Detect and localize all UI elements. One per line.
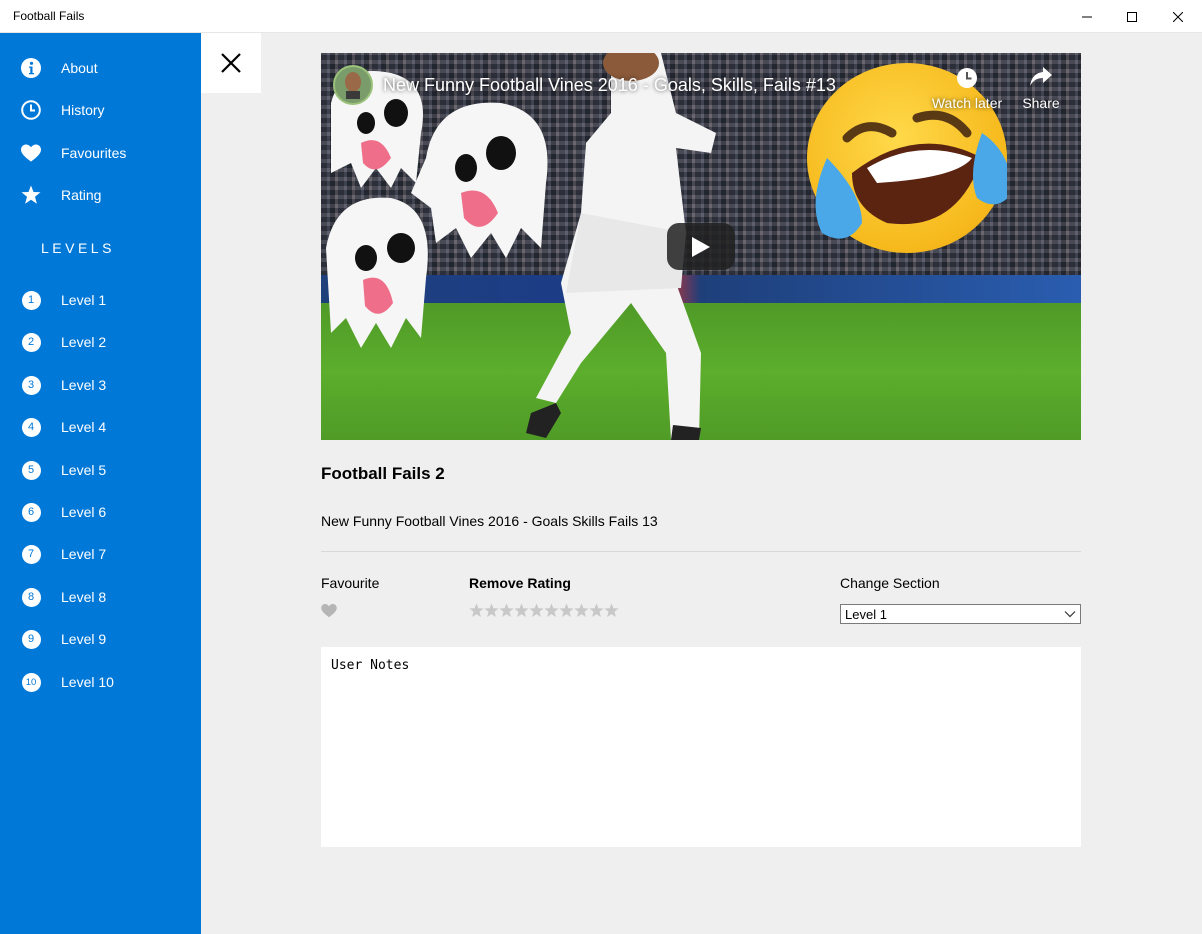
maximize-button[interactable] — [1109, 0, 1155, 33]
share-arrow-icon — [1030, 67, 1052, 86]
heart-icon — [321, 604, 337, 618]
sidebar-item-label: Level 7 — [61, 546, 107, 562]
levels-header: LEVELS — [41, 240, 115, 256]
rating-star-icon[interactable] — [544, 602, 559, 619]
favourite-label: Favourite — [321, 575, 380, 591]
minimize-button[interactable] — [1064, 0, 1110, 33]
sidebar-item-label: About — [61, 60, 98, 76]
maximize-icon — [1127, 11, 1137, 22]
number-5-icon: 5 — [21, 460, 41, 480]
number-7-icon: 7 — [21, 544, 41, 564]
rating-star-icon[interactable] — [469, 602, 484, 619]
sidebar-item-label: Level 2 — [61, 334, 107, 350]
video-description: New Funny Football Vines 2016 - Goals Sk… — [321, 513, 658, 529]
sidebar-item-level-3[interactable]: 3 Level 3 — [0, 365, 201, 405]
rating-star-icon[interactable] — [589, 602, 604, 619]
title-bar: Football Fails — [0, 0, 1202, 33]
close-detail-button[interactable] — [201, 33, 261, 93]
watch-later-label: Watch later — [931, 95, 1003, 111]
user-notes-textarea[interactable]: User Notes — [321, 647, 1081, 847]
sidebar-item-label: Level 5 — [61, 462, 107, 478]
watch-later-button[interactable]: Watch later — [927, 67, 1007, 111]
sidebar-item-level-1[interactable]: 1 Level 1 — [0, 280, 201, 320]
sidebar-item-level-5[interactable]: 5 Level 5 — [0, 450, 201, 490]
info-icon — [21, 58, 41, 78]
sidebar-item-label: Rating — [61, 187, 102, 203]
youtube-video-title[interactable]: New Funny Football Vines 2016 - Goals, S… — [383, 75, 836, 96]
channel-avatar[interactable] — [333, 65, 373, 105]
sidebar-item-label: Level 8 — [61, 589, 107, 605]
play-icon — [692, 236, 710, 257]
remove-rating-button[interactable]: Remove Rating — [469, 575, 571, 591]
number-10-icon: 10 — [21, 672, 41, 692]
sidebar-item-level-7[interactable]: 7 Level 7 — [0, 534, 201, 574]
sidebar-item-label: Favourites — [61, 145, 127, 161]
rating-star-icon[interactable] — [484, 602, 499, 619]
close-icon — [1173, 11, 1183, 22]
video-player[interactable]: New Funny Football Vines 2016 - Goals, S… — [321, 53, 1081, 440]
rating-star-icon[interactable] — [559, 602, 574, 619]
sidebar-item-favourites[interactable]: Favourites — [0, 133, 201, 173]
sidebar-item-label: Level 4 — [61, 419, 107, 435]
sidebar-item-level-6[interactable]: 6 Level 6 — [0, 492, 201, 532]
rating-star-icon[interactable] — [529, 602, 544, 619]
sidebar-item-level-4[interactable]: 4 Level 4 — [0, 407, 201, 447]
close-icon — [221, 53, 241, 73]
sidebar-item-rating[interactable]: Rating — [0, 175, 201, 215]
minimize-icon — [1082, 16, 1092, 17]
number-2-icon: 2 — [21, 332, 41, 352]
number-1-icon: 1 — [21, 290, 41, 310]
sidebar-item-label: Level 3 — [61, 377, 107, 393]
sidebar-item-level-8[interactable]: 8 Level 8 — [0, 577, 201, 617]
video-title: Football Fails 2 — [321, 464, 445, 483]
share-button[interactable]: Share — [1017, 67, 1065, 111]
rating-star-icon[interactable] — [499, 602, 514, 619]
window-close-button[interactable] — [1155, 0, 1201, 33]
share-label: Share — [1022, 95, 1060, 111]
change-section-select[interactable]: Level 1 — [840, 604, 1081, 624]
chevron-down-icon — [1064, 607, 1076, 624]
heart-icon — [21, 143, 41, 163]
number-8-icon: 8 — [21, 587, 41, 607]
sidebar-item-label: Level 10 — [61, 674, 114, 690]
sidebar: About History Favourites Rating LEVELS 1… — [0, 33, 201, 934]
clock-icon — [957, 68, 977, 88]
section-select-value: Level 1 — [845, 606, 887, 622]
rating-stars[interactable] — [469, 602, 619, 619]
window-title: Football Fails — [13, 9, 85, 23]
avatar-icon — [345, 72, 361, 99]
change-section-label: Change Section — [840, 575, 940, 591]
play-button[interactable] — [667, 223, 735, 270]
sidebar-item-level-2[interactable]: 2 Level 2 — [0, 322, 201, 362]
number-3-icon: 3 — [21, 375, 41, 395]
number-4-icon: 4 — [21, 417, 41, 437]
rating-star-icon[interactable] — [514, 602, 529, 619]
clock-icon — [21, 100, 41, 120]
divider — [321, 551, 1081, 552]
sidebar-item-label: Level 1 — [61, 292, 107, 308]
sidebar-item-label: Level 9 — [61, 631, 107, 647]
sidebar-item-label: History — [61, 102, 105, 118]
number-6-icon: 6 — [21, 502, 41, 522]
sidebar-item-level-10[interactable]: 10 Level 10 — [0, 662, 201, 702]
sidebar-item-about[interactable]: About — [0, 48, 201, 88]
ghost-emoji-icon — [326, 197, 428, 348]
rating-star-icon[interactable] — [604, 602, 619, 619]
number-9-icon: 9 — [21, 629, 41, 649]
sidebar-item-history[interactable]: History — [0, 90, 201, 130]
rating-star-icon[interactable] — [574, 602, 589, 619]
favourite-toggle[interactable] — [321, 604, 337, 618]
sidebar-item-level-9[interactable]: 9 Level 9 — [0, 619, 201, 659]
sidebar-item-label: Level 6 — [61, 504, 107, 520]
star-icon — [21, 185, 41, 205]
main-panel: New Funny Football Vines 2016 - Goals, S… — [201, 33, 1202, 934]
